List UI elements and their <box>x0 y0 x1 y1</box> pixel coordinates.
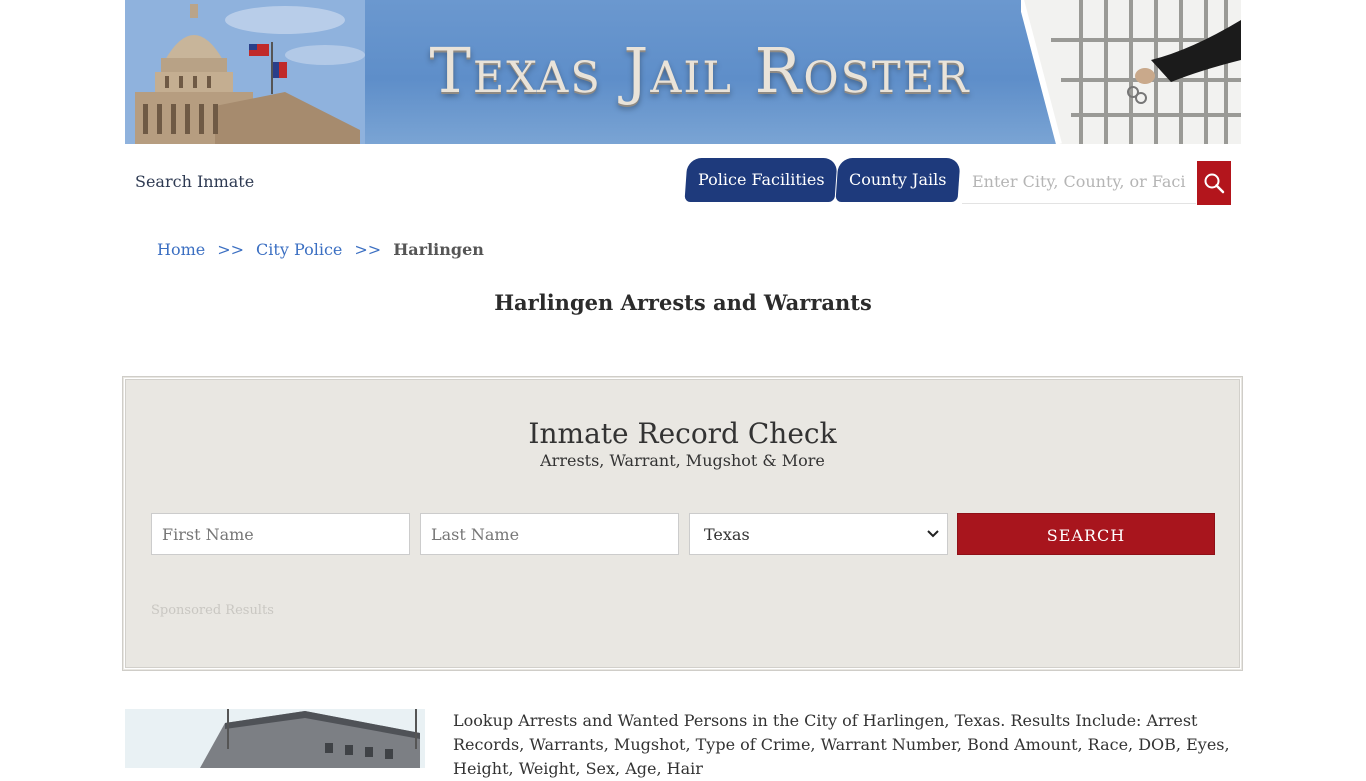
tab-police-facilities-label: Police Facilities <box>697 170 825 189</box>
facility-search-button[interactable] <box>1197 161 1231 205</box>
record-check-title: Inmate Record Check <box>528 417 837 450</box>
site-title: Texas Jail Roster <box>429 34 971 107</box>
breadcrumb-separator: >> <box>354 240 382 259</box>
police-building-image <box>125 709 425 768</box>
last-name-input[interactable] <box>420 513 679 555</box>
breadcrumb-current: Harlingen <box>393 240 484 259</box>
jail-door-image <box>1021 0 1241 144</box>
intro-paragraph: Lookup Arrests and Wanted Persons in the… <box>453 711 1230 778</box>
breadcrumb-separator: >> <box>217 240 245 259</box>
sponsored-results-label: Sponsored Results <box>151 603 274 618</box>
tab-police-facilities[interactable]: Police Facilities <box>684 158 838 202</box>
chevron-down-icon <box>927 530 939 538</box>
record-search-button[interactable]: SEARCH <box>957 513 1215 555</box>
page-title: Harlingen Arrests and Warrants <box>494 290 872 315</box>
site-banner[interactable]: Texas Jail Roster <box>125 0 1241 144</box>
capitol-building-image <box>125 0 365 144</box>
tab-county-jails-label: County Jails <box>849 170 947 189</box>
breadcrumb-home[interactable]: Home <box>157 240 205 259</box>
facility-search-input[interactable] <box>962 160 1196 204</box>
search-icon <box>1204 173 1225 194</box>
state-select-value: Texas <box>704 524 750 544</box>
tab-county-jails[interactable]: County Jails <box>835 158 961 202</box>
inmate-record-check-panel: Inmate Record Check Arrests, Warrant, Mu… <box>122 376 1243 671</box>
breadcrumb: Home >> City Police >> Harlingen <box>157 240 484 259</box>
record-check-subtitle: Arrests, Warrant, Mugshot & More <box>540 451 825 470</box>
breadcrumb-city-police[interactable]: City Police <box>256 240 342 259</box>
state-select[interactable]: Texas <box>689 513 948 555</box>
search-inmate-link[interactable]: Search Inmate <box>135 172 254 191</box>
first-name-input[interactable] <box>151 513 410 555</box>
